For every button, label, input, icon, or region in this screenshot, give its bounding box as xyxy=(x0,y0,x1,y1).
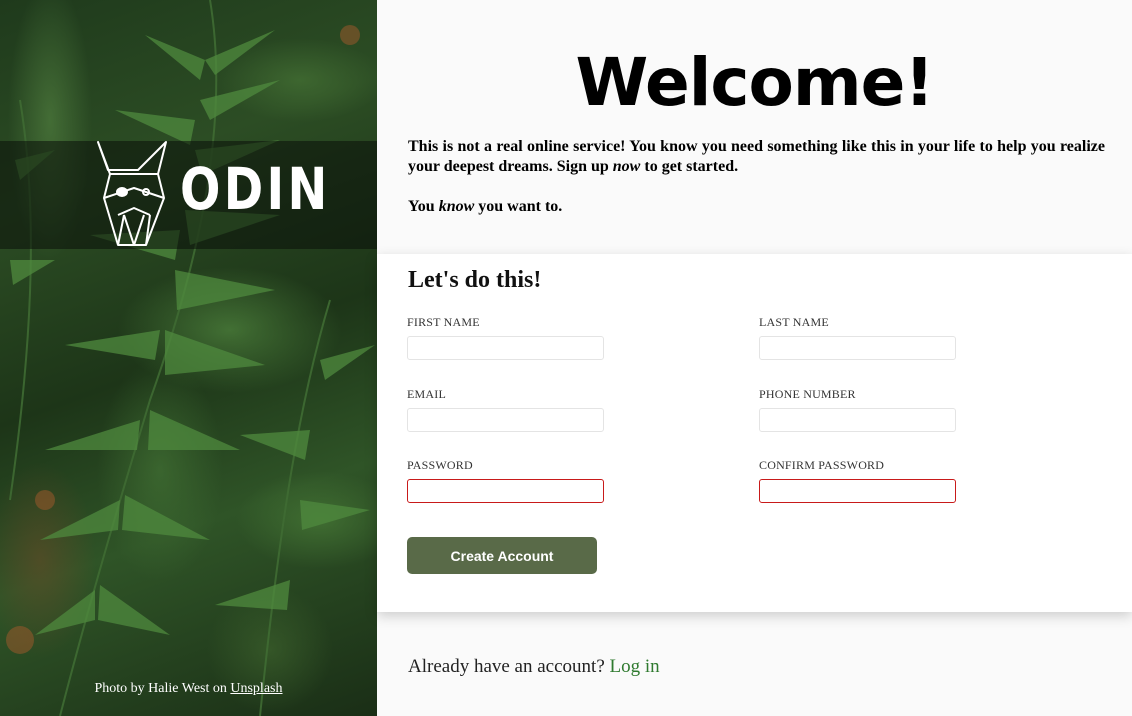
password-field: PASSWORD xyxy=(407,458,604,503)
confirm-password-input[interactable] xyxy=(759,479,956,503)
signup-form-card: Let's do this! FIRST NAME LAST NAME EMAI… xyxy=(377,254,1132,612)
page-title: Welcome! xyxy=(575,44,935,121)
last-name-label: LAST NAME xyxy=(759,315,829,329)
intro-text: This is not a real online service! You k… xyxy=(408,137,1105,217)
phone-number-field: PHONE NUMBER xyxy=(759,387,956,432)
password-input[interactable] xyxy=(407,479,604,503)
last-name-field: LAST NAME xyxy=(759,315,956,360)
first-name-input[interactable] xyxy=(407,336,604,360)
confirm-password-label: CONFIRM PASSWORD xyxy=(759,458,885,472)
intro-paragraph-2: You know you want to. xyxy=(408,198,563,215)
email-label: EMAIL xyxy=(407,387,446,401)
create-account-button[interactable]: Create Account xyxy=(407,537,597,574)
fern-background-image xyxy=(6,0,375,716)
brand-name: ODIN xyxy=(180,155,331,223)
hero-image-panel: ODIN Photo by Halie West on Unsplash xyxy=(0,0,377,716)
login-prompt-text: Already have an account? xyxy=(408,656,610,677)
intro-paragraph-1: This is not a real online service! You k… xyxy=(408,138,1105,175)
confirm-password-field: CONFIRM PASSWORD xyxy=(759,458,956,503)
login-prompt: Already have an account? Log in xyxy=(408,656,660,678)
form-title: Let's do this! xyxy=(408,267,542,293)
photo-credit: Photo by Halie West on Unsplash xyxy=(0,681,377,697)
phone-number-input[interactable] xyxy=(759,408,956,432)
unsplash-link[interactable]: Unsplash xyxy=(230,681,282,696)
email-field: EMAIL xyxy=(407,387,604,432)
first-name-label: FIRST NAME xyxy=(407,315,480,329)
email-input[interactable] xyxy=(407,408,604,432)
first-name-field: FIRST NAME xyxy=(407,315,604,360)
password-label: PASSWORD xyxy=(407,458,473,472)
last-name-input[interactable] xyxy=(759,336,956,360)
photo-credit-text: Photo by Halie West on xyxy=(94,681,231,696)
login-link[interactable]: Log in xyxy=(610,656,660,677)
phone-number-label: PHONE NUMBER xyxy=(759,387,856,401)
